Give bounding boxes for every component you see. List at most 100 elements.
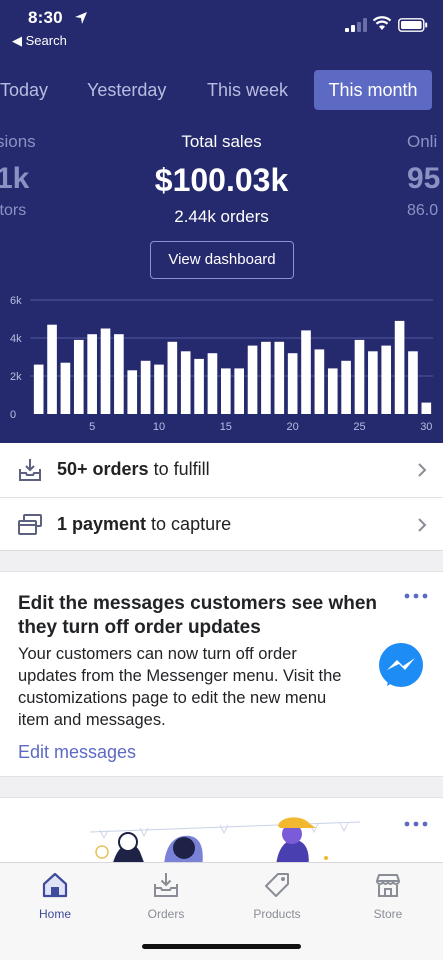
home-indicator: [142, 944, 301, 949]
x-tick-label: 15: [220, 421, 232, 433]
bar-day-20[interactable]: [287, 353, 298, 414]
bar-day-23[interactable]: [327, 368, 338, 414]
bar-day-28[interactable]: [394, 320, 405, 414]
more-options-icon[interactable]: [404, 820, 428, 828]
payment-icon: [18, 514, 42, 535]
bar-day-30[interactable]: [421, 402, 432, 414]
period-this-month[interactable]: This month: [314, 70, 432, 110]
tab-orders[interactable]: Orders: [111, 871, 221, 921]
payment-to-capture-row[interactable]: 1 payment to capture: [0, 498, 443, 552]
bar-day-22[interactable]: [314, 349, 325, 414]
metric-sessions-value: 1k: [0, 162, 30, 195]
total-sales-value: $100.03k: [154, 162, 289, 198]
x-tick-label: 5: [89, 421, 95, 433]
payment-suffix: to capture: [146, 514, 232, 534]
bar-day-15[interactable]: [221, 368, 231, 414]
action-list: 50+ orders to fulfill 1 payment to captu…: [0, 443, 443, 551]
tab-store-label: Store: [373, 907, 403, 921]
daily-sales-bar-chart: 0 2k 4k 6k 5 10 15 20 25 30: [10, 295, 433, 433]
total-orders-count: 2.44k orders: [174, 207, 269, 226]
metric-sessions-label: sions: [0, 132, 36, 151]
back-to-search-link[interactable]: ◀ Search: [12, 33, 67, 49]
more-options-icon[interactable]: [404, 592, 428, 600]
metric-online-partial[interactable]: Onli 95 86.0: [407, 132, 440, 220]
bar-day-2[interactable]: [47, 324, 57, 414]
wifi-icon: [372, 16, 392, 30]
card-title: Edit the messages customers see when the…: [18, 593, 378, 638]
signal-icon: [345, 18, 367, 32]
y-tick-label: 6k: [10, 295, 22, 307]
y-tick-label: 4k: [10, 333, 22, 345]
tag-icon: [265, 873, 289, 897]
period-yesterday[interactable]: Yesterday: [73, 70, 180, 110]
x-tick-label: 10: [153, 421, 165, 433]
card-body: Your customers can now turn off order up…: [18, 645, 342, 729]
metric-sessions-partial[interactable]: sions 1k itors: [0, 132, 36, 220]
x-tick-label: 25: [353, 421, 365, 433]
status-bar: 8:30 ◀ Search: [0, 0, 443, 56]
tab-store[interactable]: Store: [333, 871, 443, 921]
metric-sessions-sub: itors: [0, 202, 27, 219]
bar-day-3[interactable]: [60, 362, 71, 414]
view-dashboard-button[interactable]: View dashboard: [150, 241, 294, 279]
bar-day-9[interactable]: [140, 360, 151, 414]
metric-online-sub: 86.0: [407, 202, 439, 219]
bar-day-16[interactable]: [234, 368, 244, 414]
home-icon: [42, 872, 68, 898]
y-tick-label: 0: [10, 409, 16, 421]
x-tick-label: 30: [420, 421, 432, 433]
period-today[interactable]: Today: [0, 70, 62, 110]
orders-to-fulfill-suffix: to fulfill: [148, 459, 210, 479]
metric-online-label: Onli: [407, 132, 438, 151]
store-icon: [376, 874, 400, 897]
bar-day-13[interactable]: [194, 358, 204, 414]
sales-overview-panel: 8:30 ◀ Search Today Yesterday This week …: [0, 0, 443, 443]
battery-icon: [398, 18, 428, 32]
bar-day-18[interactable]: [261, 341, 271, 414]
status-time: 8:30: [28, 8, 63, 27]
y-tick-label: 2k: [10, 371, 22, 383]
period-selector: Today Yesterday This week This month: [0, 70, 443, 112]
bar-day-21[interactable]: [301, 330, 311, 414]
orders-to-fulfill-count: 50+ orders: [57, 459, 149, 479]
bar-day-1[interactable]: [33, 364, 44, 414]
payment-count: 1 payment: [57, 514, 147, 534]
bar-day-29[interactable]: [408, 351, 418, 414]
metric-online-value: 95: [407, 162, 441, 195]
bar-day-5[interactable]: [87, 334, 97, 414]
messenger-announcement-card: Edit the messages customers see when the…: [0, 571, 443, 777]
orders-to-fulfill-row[interactable]: 50+ orders to fulfill: [0, 443, 443, 498]
payment-to-capture-text: 1 payment to capture: [57, 514, 231, 535]
tab-home[interactable]: Home: [0, 871, 110, 921]
period-this-week[interactable]: This week: [193, 70, 302, 110]
bar-day-10[interactable]: [154, 364, 164, 414]
bar-day-19[interactable]: [274, 341, 285, 414]
tab-home-label: Home: [38, 907, 71, 921]
orders-to-fulfill-text: 50+ orders to fulfill: [57, 459, 210, 480]
bar-day-4[interactable]: [73, 339, 84, 414]
bar-day-17[interactable]: [247, 345, 258, 414]
total-sales-label: Total sales: [181, 132, 262, 151]
tab-orders-label: Orders: [147, 907, 185, 921]
bar-day-26[interactable]: [368, 351, 378, 414]
bar-day-27[interactable]: [381, 345, 392, 414]
edit-messages-link[interactable]: Edit messages: [18, 742, 136, 763]
x-tick-label: 20: [287, 421, 299, 433]
bar-day-11[interactable]: [167, 341, 178, 414]
metric-total-sales: Total sales $100.03k 2.44k orders: [100, 132, 343, 227]
chevron-right-icon: [418, 518, 427, 532]
bar-day-7[interactable]: [114, 334, 124, 414]
bar-day-12[interactable]: [180, 351, 191, 414]
location-arrow-icon: [75, 12, 87, 24]
messenger-icon: [379, 643, 423, 687]
chevron-right-icon: [418, 463, 427, 477]
bar-day-6[interactable]: [100, 328, 111, 415]
bar-day-24[interactable]: [341, 360, 351, 414]
fulfill-icon: [19, 459, 41, 481]
bar-day-25[interactable]: [354, 339, 365, 414]
tab-products-label: Products: [253, 907, 301, 921]
bar-day-14[interactable]: [207, 353, 218, 414]
orders-icon: [154, 873, 178, 897]
bar-day-8[interactable]: [127, 370, 138, 414]
tab-products[interactable]: Products: [222, 871, 332, 921]
